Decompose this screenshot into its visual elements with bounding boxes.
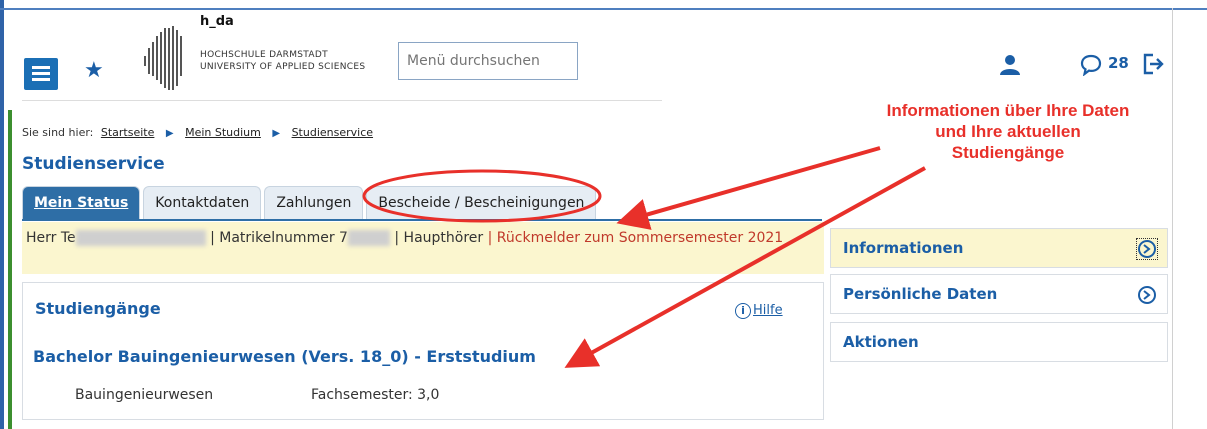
user-icon[interactable] bbox=[998, 54, 1022, 76]
chat-bubble-icon[interactable] bbox=[1080, 54, 1102, 76]
sidebar-item-label: Aktionen bbox=[843, 333, 919, 351]
info-icon: i bbox=[735, 303, 751, 319]
logout-icon[interactable] bbox=[1142, 52, 1164, 76]
logo-school-subtitle: UNIVERSITY OF APPLIED SCIENCES bbox=[200, 62, 366, 72]
redacted-name bbox=[75, 230, 206, 246]
annotation-text: Informationen über Ihre Daten und Ihre a… bbox=[886, 101, 1130, 162]
sidebar-item-informationen[interactable]: Informationen bbox=[830, 228, 1168, 268]
breadcrumb-mein-studium[interactable]: Mein Studium bbox=[185, 126, 261, 139]
menu-icon bbox=[32, 66, 50, 69]
studies-panel: Studiengänge i Hilfe Bachelor Bauingenieu… bbox=[22, 282, 824, 420]
status-matrikel: | Matrikelnummer 7 bbox=[210, 230, 348, 246]
sidebar-item-label: Persönliche Daten bbox=[843, 285, 998, 303]
degree-semester: Fachsemester: 3,0 bbox=[311, 387, 440, 403]
favorites-star-icon[interactable]: ★ bbox=[84, 58, 104, 83]
status-hoerer: | Haupthörer bbox=[394, 230, 484, 246]
window-frame-left bbox=[0, 0, 4, 429]
logo-hda-text: h_da bbox=[200, 14, 234, 29]
window-frame-right bbox=[1172, 8, 1173, 429]
status-rueckmelder: | Rückmelder zum Sommersemester 2021 bbox=[487, 230, 784, 246]
help-label: Hilfe bbox=[753, 303, 783, 318]
breadcrumb: Sie sind hier: Startseite ▶ Mein Studium… bbox=[22, 126, 373, 139]
hda-logo[interactable]: h_da HOCHSCHULE DARMSTADT UNIVERSITY OF … bbox=[142, 14, 382, 92]
tab-bar: Mein Status Kontaktdaten Zahlungen Besch… bbox=[22, 186, 597, 220]
content-frame-left bbox=[8, 110, 12, 429]
annotation-arrow-to-tab bbox=[616, 146, 881, 230]
redacted-matrikel bbox=[347, 230, 390, 246]
status-salutation: Herr Te bbox=[26, 230, 76, 246]
app-header: ★ h_da HOCHSCHULE DARMSTADT UNIVERSITY O… bbox=[12, 10, 1172, 108]
sidebar-item-persoenliche-daten[interactable]: Persönliche Daten bbox=[830, 274, 1168, 314]
menu-icon-bar bbox=[32, 78, 50, 81]
tab-underline bbox=[22, 219, 822, 221]
degree-subject: Bauingenieurwesen bbox=[75, 387, 214, 403]
hda-logo-bars-icon bbox=[144, 26, 182, 90]
expand-circle-icon[interactable] bbox=[1137, 285, 1157, 305]
help-link[interactable]: i Hilfe bbox=[735, 303, 783, 319]
message-count[interactable]: 28 bbox=[1108, 54, 1129, 72]
sidebar-item-aktionen[interactable]: Aktionen bbox=[830, 322, 1168, 362]
degree-title: Bachelor Bauingenieurwesen (Vers. 18_0) … bbox=[33, 347, 536, 366]
header-divider bbox=[22, 100, 662, 112]
breadcrumb-startseite[interactable]: Startseite bbox=[101, 126, 155, 139]
tab-kontaktdaten[interactable]: Kontaktdaten bbox=[143, 186, 262, 220]
menu-button[interactable] bbox=[24, 58, 58, 90]
tab-bescheide[interactable]: Bescheide / Bescheinigungen bbox=[366, 186, 597, 220]
breadcrumb-prefix: Sie sind hier: bbox=[22, 126, 94, 139]
logo-school-name: HOCHSCHULE DARMSTADT bbox=[200, 50, 328, 60]
chevron-right-icon: ▶ bbox=[272, 128, 281, 139]
page-title: Studienservice bbox=[22, 154, 165, 174]
studies-title: Studiengänge bbox=[35, 299, 161, 318]
expand-circle-icon[interactable] bbox=[1136, 238, 1158, 260]
breadcrumb-studienservice[interactable]: Studienservice bbox=[292, 126, 373, 139]
sidebar-item-label: Informationen bbox=[843, 239, 964, 257]
menu-search-input[interactable] bbox=[398, 42, 578, 80]
tab-zahlungen[interactable]: Zahlungen bbox=[264, 186, 364, 220]
menu-icon-bar bbox=[32, 72, 50, 75]
tab-mein-status[interactable]: Mein Status bbox=[22, 186, 141, 220]
chevron-right-icon: ▶ bbox=[165, 128, 174, 139]
status-bar: Herr Te | Matrikelnummer 7 | Haupthörer … bbox=[22, 222, 824, 274]
